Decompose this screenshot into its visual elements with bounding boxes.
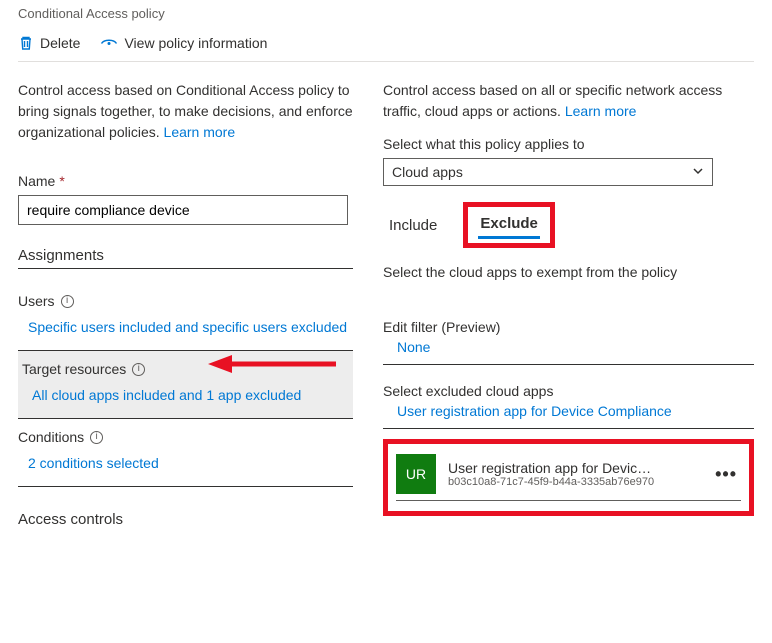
left-intro: Control access based on Conditional Acce… (18, 80, 353, 143)
trash-icon (18, 35, 34, 51)
toolbar: Delete View policy information (18, 21, 754, 62)
exempt-text: Select the cloud apps to exempt from the… (383, 262, 754, 283)
page-subtitle: Conditional Access policy (18, 6, 754, 21)
conditions-link[interactable]: 2 conditions selected (18, 453, 353, 474)
excluded-apps-label: Select excluded cloud apps (383, 383, 754, 399)
chevron-down-icon (692, 165, 704, 180)
delete-button[interactable]: Delete (18, 35, 80, 51)
applies-select[interactable]: Cloud apps (383, 158, 713, 186)
view-policy-label: View policy information (124, 35, 267, 51)
app-avatar: UR (396, 454, 436, 494)
app-id: b03c10a8-71c7-45f9-b44a-3335ab76e970 (448, 476, 699, 488)
include-exclude-tabs: Include Exclude (383, 202, 754, 248)
info-icon[interactable]: i (61, 295, 74, 308)
users-row[interactable]: Users i (18, 293, 353, 309)
access-controls-heading: Access controls (18, 511, 353, 532)
left-learn-more-link[interactable]: Learn more (164, 124, 236, 140)
tab-exclude[interactable]: Exclude (478, 211, 540, 239)
info-icon[interactable]: i (132, 363, 145, 376)
right-intro: Control access based on all or specific … (383, 80, 754, 122)
app-name: User registration app for Devic… (448, 460, 699, 476)
eye-icon (100, 35, 118, 51)
info-icon[interactable]: i (90, 431, 103, 444)
filter-label: Edit filter (Preview) (383, 319, 754, 335)
excluded-app-link[interactable]: User registration app for Device Complia… (383, 399, 754, 422)
right-learn-more-link[interactable]: Learn more (565, 103, 637, 119)
users-link[interactable]: Specific users included and specific use… (18, 317, 353, 338)
conditions-row[interactable]: Conditions i (18, 429, 353, 445)
annotation-arrow-icon (208, 353, 338, 375)
annotation-highlight-box: Exclude (463, 202, 555, 248)
more-icon[interactable]: ••• (711, 464, 741, 485)
name-input[interactable] (18, 195, 348, 225)
applies-label: Select what this policy applies to (383, 136, 754, 152)
target-resources-link[interactable]: All cloud apps included and 1 app exclud… (22, 385, 349, 406)
annotation-highlight-box: UR User registration app for Devic… b03c… (383, 439, 754, 516)
delete-label: Delete (40, 35, 80, 51)
tab-include[interactable]: Include (387, 213, 439, 238)
filter-link[interactable]: None (383, 335, 754, 358)
assignments-heading: Assignments (18, 247, 353, 269)
excluded-app-row[interactable]: UR User registration app for Devic… b03c… (396, 454, 741, 501)
name-label: Name* (18, 173, 353, 189)
view-policy-button[interactable]: View policy information (100, 35, 267, 51)
